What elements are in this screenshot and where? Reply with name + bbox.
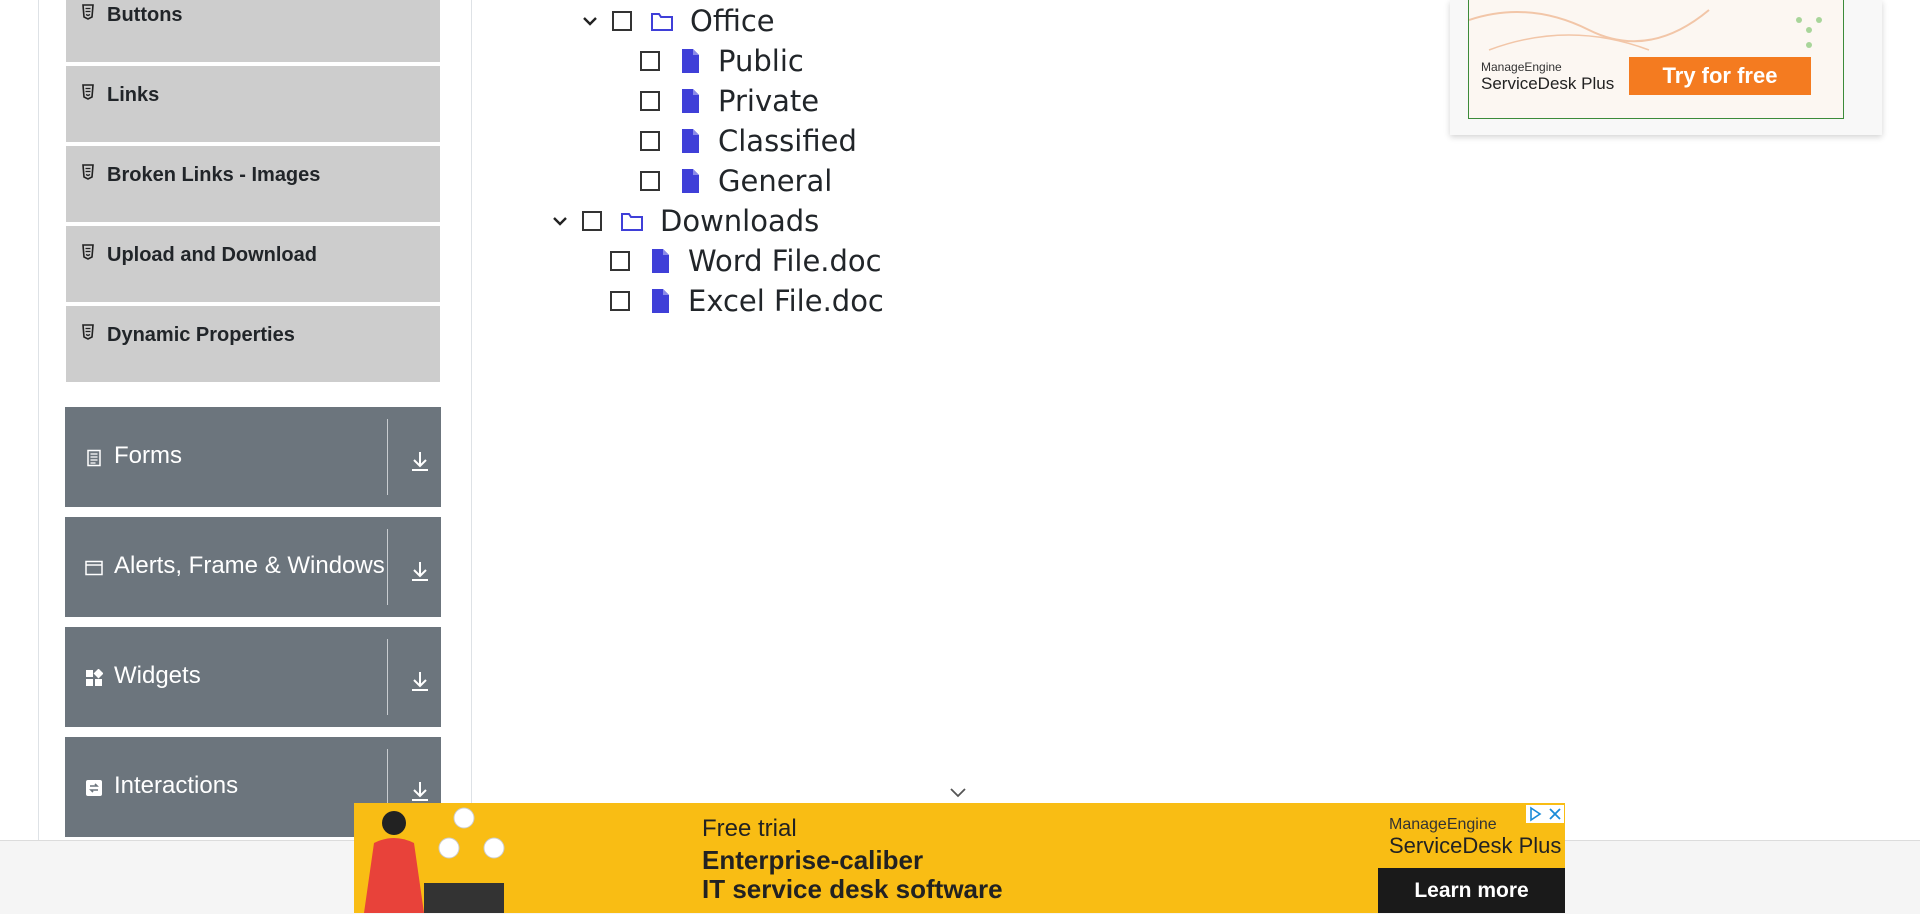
group-forms[interactable]: Forms xyxy=(65,407,441,507)
sidebar-item-label: Broken Links - Images xyxy=(107,164,321,186)
tree-node-label[interactable]: Private xyxy=(718,84,819,118)
widgets-icon xyxy=(86,669,103,686)
ad-banner-bottom[interactable]: Free trial Enterprise-caliber IT service… xyxy=(354,803,1565,913)
tree-checkbox[interactable] xyxy=(610,251,630,271)
tree-checkbox[interactable] xyxy=(612,11,632,31)
download-icon[interactable] xyxy=(409,449,431,473)
tree-checkbox[interactable] xyxy=(640,131,660,151)
tree-node-label[interactable]: Classified xyxy=(718,124,857,158)
tree-node-word-file: Word File.doc xyxy=(610,241,882,281)
tree-node-label[interactable]: Downloads xyxy=(660,204,819,238)
html5-icon xyxy=(82,4,94,20)
file-icon xyxy=(682,129,699,153)
chevron-down-icon[interactable] xyxy=(550,211,570,231)
tree-node-private: Private xyxy=(640,81,819,121)
ad-cta-button[interactable]: Try for free xyxy=(1629,57,1811,95)
tree-node-label[interactable]: Public xyxy=(718,44,804,78)
tree-checkbox[interactable] xyxy=(640,91,660,111)
tree-checkbox[interactable] xyxy=(582,211,602,231)
ad-product: ServiceDesk Plus xyxy=(1389,833,1562,858)
sidebar-item-label: Upload and Download xyxy=(107,244,317,266)
ad-headline: IT service desk software xyxy=(702,874,1003,904)
tree-node-downloads: Downloads xyxy=(550,201,819,241)
ad-product: ServiceDesk Plus xyxy=(1481,74,1615,93)
tree-node-classified: Classified xyxy=(640,121,857,161)
adchoices-icon[interactable] xyxy=(1526,805,1564,823)
sidebar-item-upload-download[interactable]: Upload and Download xyxy=(66,226,440,304)
tree-node-label[interactable]: Word File.doc xyxy=(688,244,882,278)
sidebar-item-dynamic-properties[interactable]: Dynamic Properties xyxy=(66,306,440,384)
tree-node-label[interactable]: General xyxy=(718,164,832,198)
group-label: Forms xyxy=(114,442,182,469)
tree-node-office: Office xyxy=(580,1,775,41)
html5-icon xyxy=(82,324,94,340)
group-label: Interactions xyxy=(114,772,239,799)
tree-node-public: Public xyxy=(640,41,804,81)
ad-illustration xyxy=(364,807,505,913)
group-label: Widgets xyxy=(114,662,201,689)
html5-icon xyxy=(82,164,94,180)
download-icon[interactable] xyxy=(409,779,431,803)
tree-node-label[interactable]: Office xyxy=(690,4,775,38)
file-icon xyxy=(682,89,699,113)
tree-node-general: General xyxy=(640,161,832,201)
tree-checkbox[interactable] xyxy=(640,171,660,191)
ad-brand: ManageEngine xyxy=(1481,60,1562,74)
tree-node-label[interactable]: Excel File.doc xyxy=(688,284,884,318)
tree-node-excel-file: Excel File.doc xyxy=(610,281,884,321)
file-icon xyxy=(682,49,699,73)
ad-learn-more-button[interactable]: Learn more xyxy=(1378,868,1565,913)
download-icon[interactable] xyxy=(409,669,431,693)
sidebar-item-broken-links[interactable]: Broken Links - Images xyxy=(66,146,440,224)
folder-icon xyxy=(651,13,673,31)
group-label: Alerts, Frame & Windows xyxy=(114,552,385,579)
ad-pattern-graphic xyxy=(1469,9,1822,51)
tree-checkbox[interactable] xyxy=(640,51,660,71)
divider xyxy=(387,419,388,495)
file-icon xyxy=(652,249,669,273)
html5-icon xyxy=(82,84,94,100)
divider xyxy=(387,529,388,605)
sidebar-item-label: Links xyxy=(107,84,160,106)
html5-icon xyxy=(82,244,94,260)
ad-headline: Enterprise-caliber xyxy=(702,845,924,875)
file-icon xyxy=(682,169,699,193)
group-alerts-frame-windows[interactable]: Alerts, Frame & Windows xyxy=(65,517,441,617)
file-icon xyxy=(652,289,669,313)
ad-banner-top[interactable]: ManageEngine ServiceDesk Plus Try for fr… xyxy=(1450,0,1882,135)
window-icon xyxy=(85,560,103,576)
tree-checkbox[interactable] xyxy=(610,291,630,311)
chevron-down-icon[interactable] xyxy=(580,11,600,31)
ad-brand: ManageEngine xyxy=(1389,816,1497,833)
ad-trial-text: Free trial xyxy=(702,815,797,842)
ad-frame: ManageEngine ServiceDesk Plus Try for fr… xyxy=(1468,0,1844,119)
document-icon xyxy=(87,449,101,467)
sidebar-item-buttons[interactable]: Buttons xyxy=(66,0,440,64)
divider xyxy=(387,639,388,715)
sidebar-item-label: Buttons xyxy=(107,4,183,26)
interactions-icon xyxy=(86,780,102,796)
folder-icon xyxy=(621,213,643,231)
sidebar-item-label: Dynamic Properties xyxy=(107,324,295,346)
sidebar-item-links[interactable]: Links xyxy=(66,66,440,144)
chevron-down-icon[interactable] xyxy=(948,784,968,800)
download-icon[interactable] xyxy=(409,559,431,583)
group-widgets[interactable]: Widgets xyxy=(65,627,441,727)
